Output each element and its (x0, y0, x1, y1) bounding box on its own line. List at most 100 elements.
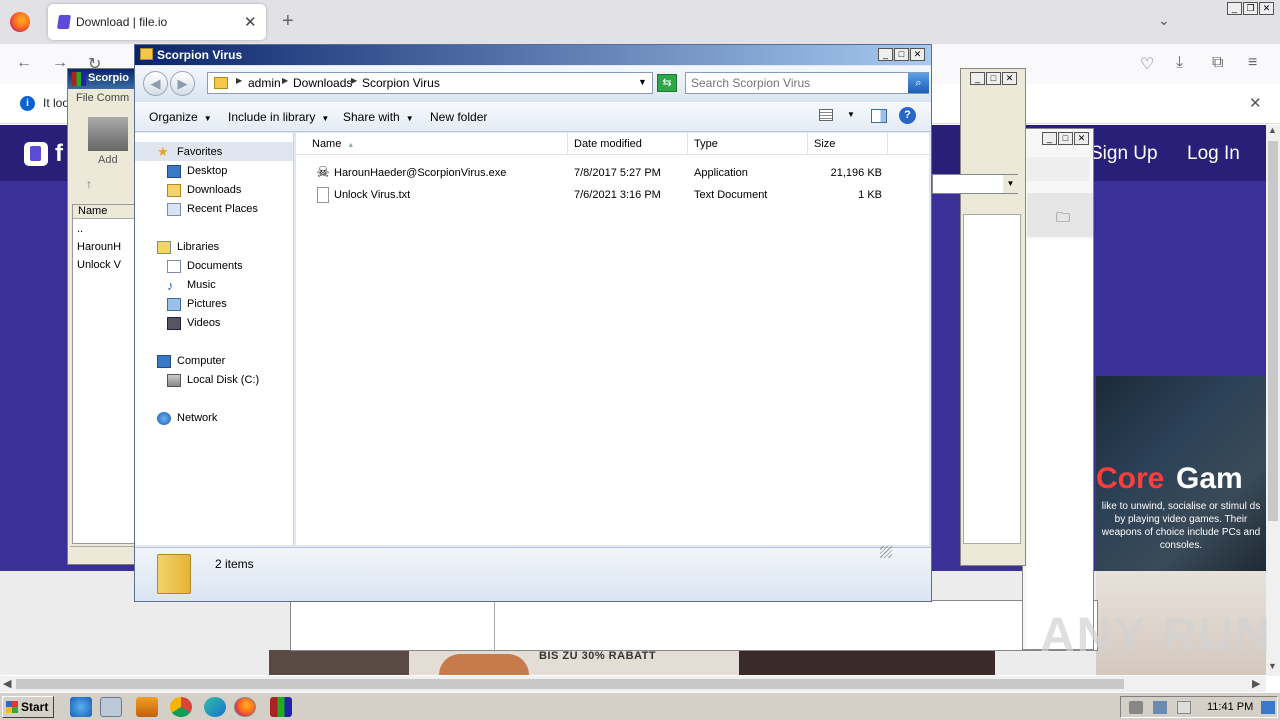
extensions-icon[interactable]: ⧉ (1212, 54, 1223, 72)
scroll-thumb[interactable] (1268, 141, 1278, 521)
views-icon[interactable] (819, 109, 833, 121)
add-archive-icon[interactable] (88, 117, 128, 151)
chevron-down-icon[interactable]: ▼ (847, 110, 855, 119)
close-notification-icon[interactable]: ✕ (1249, 94, 1262, 112)
resize-grip[interactable] (880, 546, 892, 558)
action-center-icon[interactable] (1177, 701, 1191, 714)
nav-desktop[interactable]: Desktop (187, 165, 227, 177)
nav-videos[interactable]: Videos (187, 317, 220, 329)
edge-icon[interactable] (204, 697, 226, 717)
refresh-button[interactable]: ⇆ (657, 74, 677, 92)
nav-network[interactable]: Network (177, 412, 217, 424)
close-icon[interactable]: ✕ (1002, 72, 1017, 85)
browser-tab[interactable]: Download | file.io ✕ (48, 4, 266, 40)
show-desktop-icon[interactable] (1261, 701, 1275, 714)
preview-pane-icon[interactable] (871, 109, 887, 123)
download-icon[interactable]: ⤓ (1176, 54, 1183, 72)
share-with-button[interactable]: Share with ▼ (343, 110, 414, 124)
help-icon[interactable]: ? (899, 107, 916, 124)
explorer-title-bar[interactable]: Scorpion Virus _ □ ✕ (135, 45, 931, 65)
promo-banner[interactable]: BIS ZU 30% RABATT (269, 650, 995, 675)
close-tab-icon[interactable]: ✕ (244, 13, 257, 31)
column-header-name[interactable]: Name ▲ (296, 133, 568, 155)
internet-explorer-icon[interactable] (70, 697, 92, 717)
list-item[interactable]: HarounH (77, 241, 139, 253)
column-header-type[interactable]: Type (688, 133, 808, 155)
breadcrumb-scorpion-virus[interactable]: Scorpion Virus (362, 76, 440, 90)
speaker-icon[interactable] (1129, 701, 1143, 714)
forward-button[interactable]: ▶ (170, 71, 195, 96)
list-item[interactable]: Unlock V (77, 259, 139, 271)
start-button[interactable]: Start (2, 696, 54, 718)
chevron-right-icon[interactable]: ▶ (236, 76, 242, 85)
up-arrow-icon[interactable]: ↑ (86, 177, 92, 191)
minimize-icon[interactable]: _ (1042, 132, 1057, 145)
back-icon[interactable]: ← (16, 54, 32, 72)
add-button-label[interactable]: Add (98, 154, 118, 166)
maximize-icon[interactable]: □ (986, 72, 1001, 85)
login-link[interactable]: Log In (1187, 143, 1240, 165)
nav-music[interactable]: Music (187, 279, 216, 291)
chevron-right-icon[interactable]: ▶ (282, 76, 288, 85)
new-tab-icon[interactable]: + (282, 10, 294, 33)
winrar-title-bar[interactable]: Scorpio (68, 69, 138, 89)
horizontal-scrollbar[interactable]: ◀ ▶ (0, 676, 1266, 692)
chevron-right-icon[interactable]: ▶ (351, 76, 357, 85)
ad-image[interactable]: Core Gam like to unwind, socialise or st… (1096, 376, 1266, 571)
dropdown[interactable]: ▼ (932, 174, 1018, 194)
restore-icon[interactable]: ❐ (1243, 2, 1258, 15)
minimize-icon[interactable]: _ (970, 72, 985, 85)
network-icon[interactable] (1153, 701, 1167, 714)
minimize-icon[interactable]: _ (1227, 2, 1242, 15)
breadcrumb-admin[interactable]: admin (248, 76, 281, 90)
maximize-icon[interactable]: □ (894, 48, 909, 61)
nav-computer[interactable]: Computer (177, 355, 225, 367)
vertical-scrollbar[interactable]: ▲ ▼ (1266, 125, 1280, 676)
clock[interactable]: 11:41 PM (1207, 701, 1253, 713)
chevron-down-icon[interactable]: ▼ (1003, 175, 1018, 193)
file-row[interactable]: Unlock Virus.txt 7/6/2021 3:16 PM Text D… (296, 185, 929, 205)
scroll-right-icon[interactable]: ▶ (1252, 677, 1260, 690)
nav-recent-places[interactable]: Recent Places (187, 203, 258, 215)
organize-button[interactable]: Organize ▼ (149, 110, 212, 124)
nav-libraries[interactable]: Libraries (177, 241, 219, 253)
forward-icon[interactable]: → (52, 54, 68, 72)
column-header-date[interactable]: Date modified (568, 133, 688, 155)
explorer-taskbar-icon[interactable] (100, 697, 122, 717)
minimize-icon[interactable]: _ (878, 48, 893, 61)
breadcrumb-downloads[interactable]: Downloads (293, 76, 352, 90)
menu-icon[interactable]: ≡ (1248, 54, 1257, 72)
signup-link[interactable]: Sign Up (1090, 143, 1158, 165)
close-icon[interactable]: ✕ (910, 48, 925, 61)
nav-favorites[interactable]: Favorites (177, 146, 222, 158)
scroll-up-icon[interactable]: ▲ (1268, 125, 1277, 135)
column-header-name[interactable]: Name (73, 205, 139, 219)
nav-local-disk[interactable]: Local Disk (C:) (187, 374, 259, 386)
file-row[interactable]: ☠ HarounHaeder@ScorpionVirus.exe 7/8/201… (296, 163, 929, 183)
nav-documents[interactable]: Documents (187, 260, 243, 272)
address-bar[interactable] (1027, 157, 1089, 181)
new-folder-button[interactable]: New folder (430, 110, 487, 124)
search-icon[interactable]: ⌕ (908, 73, 929, 93)
nav-downloads[interactable]: Downloads (187, 184, 241, 196)
scroll-thumb[interactable] (16, 679, 1124, 689)
chevron-down-icon[interactable]: ▼ (638, 77, 647, 87)
media-player-icon[interactable] (136, 697, 158, 717)
list-item[interactable]: .. (77, 223, 139, 235)
maximize-icon[interactable]: □ (1058, 132, 1073, 145)
pocket-icon[interactable]: ♡ (1140, 54, 1154, 74)
winrar-icon[interactable] (270, 697, 292, 717)
nav-pictures[interactable]: Pictures (187, 298, 227, 310)
scroll-left-icon[interactable]: ◀ (3, 677, 11, 690)
close-icon[interactable]: ✕ (1074, 132, 1089, 145)
address-bar[interactable]: ▶ admin ▶ Downloads ▶ Scorpion Virus ▼ (207, 72, 653, 94)
chevron-down-icon[interactable]: ⌄ (1158, 12, 1170, 29)
search-input[interactable] (691, 76, 901, 90)
winrar-menu[interactable]: File Comm (76, 92, 129, 104)
chrome-icon[interactable] (170, 697, 192, 717)
back-button[interactable]: ◀ (143, 71, 168, 96)
folder-icon[interactable]: 🗀 (1056, 207, 1070, 231)
column-header-size[interactable]: Size (808, 133, 888, 155)
include-in-library-button[interactable]: Include in library ▼ (228, 110, 329, 124)
close-icon[interactable]: ✕ (1259, 2, 1274, 15)
